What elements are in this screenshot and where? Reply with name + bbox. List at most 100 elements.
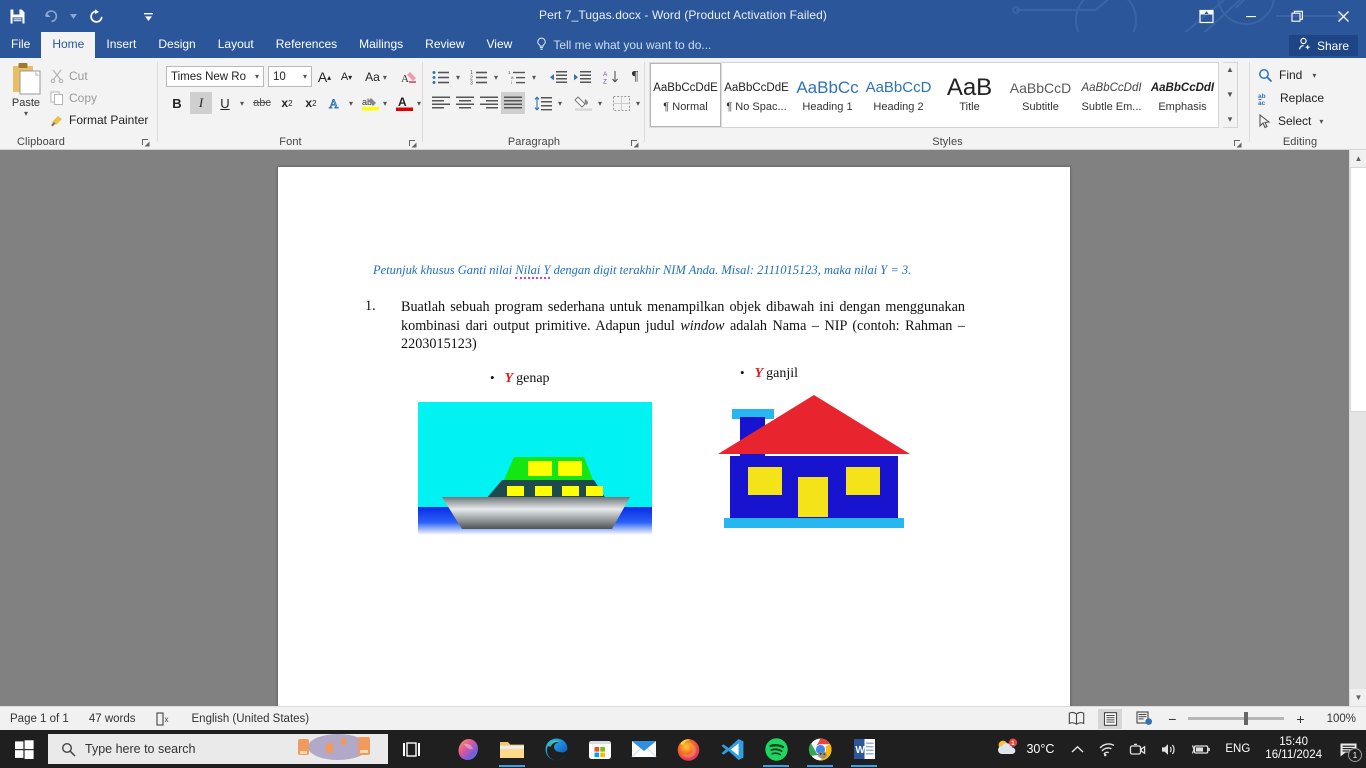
zoom-out-button[interactable]: − <box>1166 711 1178 727</box>
select-dropdown-icon[interactable]: ▾ <box>1317 117 1327 126</box>
tab-insert[interactable]: Insert <box>95 32 147 58</box>
align-right-button[interactable] <box>477 92 501 114</box>
tab-view[interactable]: View <box>476 32 524 58</box>
styles-scroll-up-icon[interactable]: ▲ <box>1226 65 1234 74</box>
shading-button[interactable] <box>571 92 595 114</box>
style-heading-1[interactable]: AaBbCc Heading 1 <box>792 63 863 127</box>
borders-button[interactable] <box>609 92 633 114</box>
clear-formatting-button[interactable]: A <box>398 66 420 88</box>
chrome-icon[interactable] <box>798 730 842 768</box>
copilot-icon[interactable] <box>446 730 490 768</box>
bullets-dropdown-icon[interactable]: ▾ <box>452 66 464 88</box>
restore-icon[interactable] <box>1274 0 1320 32</box>
zoom-level[interactable]: 100% <box>1317 713 1360 725</box>
copy-button[interactable]: Copy <box>50 88 97 108</box>
mail-icon[interactable] <box>622 730 666 768</box>
search-input[interactable]: Type here to search <box>48 734 388 764</box>
subscript-button[interactable]: x2 <box>275 92 299 114</box>
tell-me-box[interactable]: Tell me what you want to do... <box>523 32 711 58</box>
superscript-button[interactable]: x2 <box>299 92 323 114</box>
scroll-up-button[interactable]: ▲ <box>1350 150 1366 167</box>
change-case-button[interactable]: Aa ▾ <box>361 66 395 88</box>
highlight-dropdown-icon[interactable]: ▾ <box>379 92 391 114</box>
zoom-in-button[interactable]: + <box>1294 711 1306 727</box>
firefox-icon[interactable] <box>666 730 710 768</box>
format-painter-button[interactable]: Format Painter <box>50 110 148 130</box>
action-center-button[interactable]: 1 <box>1330 730 1366 768</box>
tab-file[interactable]: File <box>0 32 41 58</box>
page-indicator[interactable]: Page 1 of 1 <box>0 713 79 725</box>
styles-dialog-launcher[interactable] <box>1233 136 1244 148</box>
underline-dropdown-icon[interactable]: ▾ <box>236 92 248 114</box>
find-dropdown-icon[interactable]: ▾ <box>1308 71 1320 80</box>
shading-dropdown-icon[interactable]: ▾ <box>594 92 606 114</box>
text-effects-dropdown-icon[interactable]: ▾ <box>345 92 357 114</box>
style-subtitle[interactable]: AaBbCcD Subtitle <box>1005 63 1076 127</box>
proofing-status[interactable]: x <box>146 711 182 726</box>
tab-home[interactable]: Home <box>41 32 96 58</box>
increase-indent-button[interactable] <box>570 66 594 88</box>
edge-icon[interactable] <box>534 730 578 768</box>
numbering-dropdown-icon[interactable]: ▾ <box>490 66 502 88</box>
microsoft-store-icon[interactable] <box>578 730 622 768</box>
clock[interactable]: 15:40 16/11/2024 <box>1257 736 1330 762</box>
justify-button[interactable] <box>501 92 525 114</box>
paste-dropdown-icon[interactable]: ▾ <box>24 109 28 118</box>
vertical-scrollbar[interactable]: ▲ ▼ <box>1349 150 1366 706</box>
style-title[interactable]: AaB Title <box>934 63 1005 127</box>
language-indicator[interactable]: English (United States) <box>182 713 320 725</box>
styles-scroll-down-icon[interactable]: ▼ <box>1226 90 1234 99</box>
cut-button[interactable]: Cut <box>50 66 88 86</box>
wifi-icon[interactable] <box>1091 730 1122 768</box>
styles-more-icon[interactable]: ▾ <box>1228 114 1233 125</box>
scrollbar-track[interactable] <box>1350 412 1366 689</box>
paragraph-dialog-launcher[interactable] <box>630 136 641 148</box>
file-explorer-icon[interactable] <box>490 730 534 768</box>
numbering-button[interactable]: 123 <box>467 66 491 88</box>
style-heading-2[interactable]: AaBbCcD Heading 2 <box>863 63 934 127</box>
word-icon[interactable]: W <box>842 730 886 768</box>
vscode-icon[interactable] <box>710 730 754 768</box>
bullets-button[interactable] <box>429 66 453 88</box>
volume-icon[interactable] <box>1153 730 1184 768</box>
select-button[interactable]: Select ▾ <box>1258 110 1327 132</box>
style-emphasis[interactable]: AaBbCcDdI Emphasis <box>1147 63 1218 127</box>
styles-scrollbar[interactable]: ▲ ▼ ▾ <box>1223 62 1238 128</box>
tab-mailings[interactable]: Mailings <box>348 32 414 58</box>
font-name-dropdown-icon[interactable]: ▾ <box>255 72 263 81</box>
word-count[interactable]: 47 words <box>79 713 146 725</box>
replace-button[interactable]: ab ac Replace <box>1258 87 1324 109</box>
underline-button[interactable]: U <box>214 92 236 114</box>
italic-button[interactable]: I <box>190 92 212 114</box>
tab-layout[interactable]: Layout <box>207 32 265 58</box>
zoom-slider-thumb[interactable] <box>1244 712 1249 725</box>
house-illustration[interactable] <box>710 383 919 538</box>
task-view-icon[interactable] <box>388 730 434 768</box>
sort-button[interactable]: AZ <box>600 66 624 88</box>
find-button[interactable]: Find ▾ <box>1258 64 1320 86</box>
battery-icon[interactable] <box>1184 730 1218 768</box>
web-layout-icon[interactable] <box>1132 709 1156 729</box>
ribbon-display-options-icon[interactable] <box>1184 0 1228 32</box>
camera-icon[interactable] <box>1122 730 1153 768</box>
show-formatting-button[interactable]: ¶ <box>625 66 645 88</box>
grow-font-button[interactable]: A ▴ <box>314 66 335 88</box>
decrease-indent-button[interactable] <box>546 66 570 88</box>
show-hidden-icons-button[interactable] <box>1064 730 1091 768</box>
document-page[interactable]: Petunjuk khusus Ganti nilai Nilai Y deng… <box>278 167 1070 707</box>
font-name-input[interactable]: Times New Ro ▾ <box>166 66 264 87</box>
minimize-icon[interactable] <box>1228 0 1274 32</box>
scroll-down-button[interactable]: ▼ <box>1350 689 1366 706</box>
read-mode-icon[interactable] <box>1064 709 1088 729</box>
paste-button[interactable]: Paste ▾ <box>6 62 46 134</box>
multilevel-list-button[interactable]: 1ai <box>505 66 529 88</box>
weather-widget[interactable]: 1 30°C <box>985 738 1064 760</box>
style-no-spacing[interactable]: AaBbCcDdE ¶ No Spac... <box>721 63 792 127</box>
font-size-input[interactable]: 10 ▾ <box>268 66 312 87</box>
close-icon[interactable] <box>1320 0 1366 32</box>
scrollbar-thumb[interactable] <box>1350 167 1366 412</box>
line-spacing-dropdown-icon[interactable]: ▾ <box>554 92 566 114</box>
language-indicator[interactable]: ENG <box>1218 730 1257 768</box>
bold-button[interactable]: B <box>166 92 188 114</box>
clipboard-dialog-launcher[interactable] <box>141 135 152 147</box>
